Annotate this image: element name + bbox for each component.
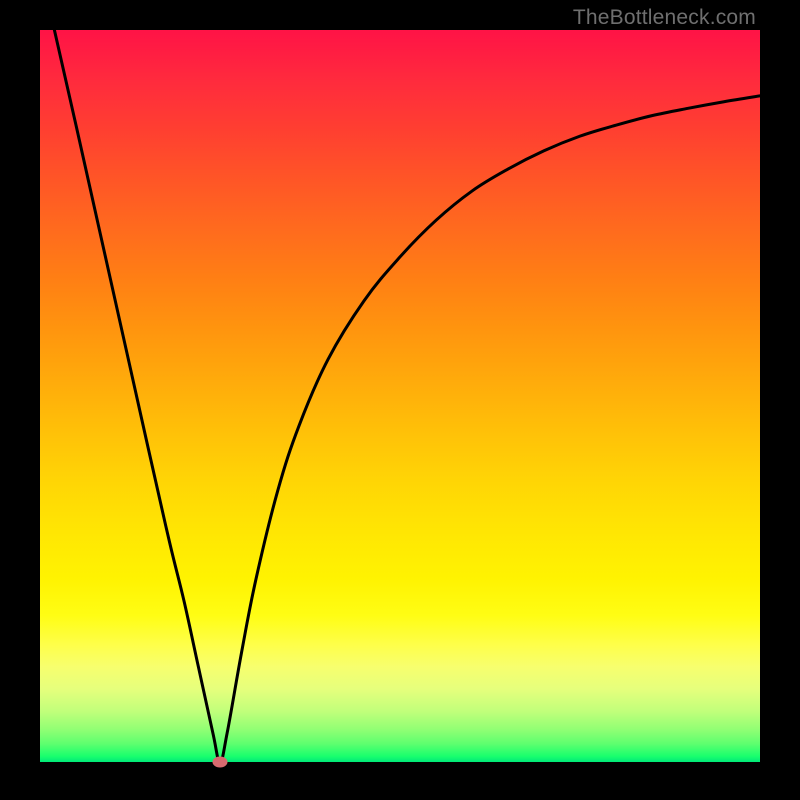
bottleneck-curve-line <box>54 30 760 762</box>
plot-area <box>40 30 760 762</box>
curve-svg <box>40 30 760 762</box>
optimal-point-marker <box>213 757 228 768</box>
watermark-text: TheBottleneck.com <box>573 6 756 30</box>
chart-frame: TheBottleneck.com <box>0 0 800 800</box>
